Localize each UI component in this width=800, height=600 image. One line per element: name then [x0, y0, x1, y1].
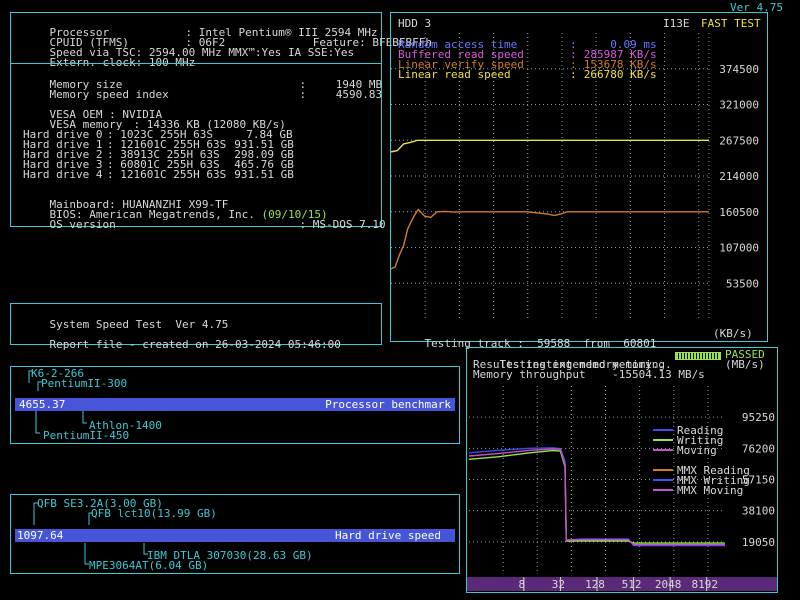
mem-x-tick-label: 32	[552, 578, 565, 591]
mem-x-tick-label: 128	[585, 578, 605, 591]
os-value: MS-DOS 7.10	[312, 218, 386, 231]
ref-pentium2-300: PentiumII-300	[41, 377, 128, 390]
y-tick-label: 321000	[719, 99, 759, 112]
hard-drive-label: Hard drive 4	[23, 168, 103, 181]
hard-drive-speed-label: Hard drive speed	[335, 529, 441, 542]
ia-sse-value: IA SSE:Yes	[287, 46, 355, 59]
ref-mpe3064at: MPE3064AT(6.04 GB)	[89, 559, 209, 572]
y-tick-label: 53500	[726, 277, 759, 290]
ref-line-athlon	[82, 409, 87, 424]
mem-y-tick-label: 19050	[742, 536, 775, 549]
report-label: Report file - created on	[49, 338, 209, 351]
legend-label: Moving	[677, 444, 717, 457]
hard-drive-benchmark-panel: QFB SE3.2A(3.00 GB) QFB lct10(13.99 GB) …	[10, 494, 460, 574]
os-row: OS version: MS-DOS 7.10	[23, 210, 386, 240]
processor-benchmark-bar: 4655.37 Processor benchmark	[15, 398, 455, 411]
linear-read-line	[391, 139, 709, 153]
report-row: Report file - created on 26-03-2024 05:4…	[23, 330, 341, 360]
hard-drive-speed-bar: 1097.64 Hard drive speed	[15, 529, 455, 542]
linear-verify-line	[391, 208, 709, 270]
hard-drive-score: 1097.64	[17, 529, 64, 542]
ref-pentium2-450: PentiumII-450	[43, 429, 130, 442]
mem-y-tick-label: 76200	[742, 442, 775, 455]
memory-timing-chart: 19050381005715076200952508 32 128 512 2048 81…	[467, 386, 777, 591]
ref-line-p2-450	[35, 409, 40, 434]
memory-speed-sep: :	[299, 88, 307, 101]
processor-benchmark-label: Processor benchmark	[325, 398, 451, 411]
hdd-speed-chart: 53500 107000 160500 214000 267500 321000 37450…	[391, 33, 759, 319]
processor-score: 4655.37	[19, 398, 66, 411]
processor-benchmark-panel: K6-2-266 PentiumII-300 4655.37 Processor…	[10, 366, 460, 444]
speedtest-title-panel: System Speed Test Ver 4.75 Report file -…	[10, 303, 382, 350]
memory-speed-label: Memory speed index	[49, 88, 169, 101]
hdd-unit: (KB/s)	[713, 327, 753, 340]
report-date: 26-03-2024 05:46:00	[215, 338, 341, 351]
hard-drive-size: 931.51 GB	[234, 168, 294, 181]
legend-label: MMX Moving	[677, 484, 743, 497]
hard-drive-sep: :	[107, 168, 114, 181]
y-tick-label: 160500	[719, 206, 759, 219]
mem-y-tick-label: 95250	[742, 411, 775, 424]
y-tick-label: 214000	[719, 170, 759, 183]
memory-speed-value: 4590.83	[335, 88, 383, 101]
y-tick-label: 374500	[719, 63, 759, 76]
y-tick-label: 107000	[719, 242, 759, 255]
memory-test-panel: Testing extended memory... PASSED Result…	[466, 347, 778, 593]
mmx-value: MMX™:Yes	[228, 46, 282, 59]
divider	[11, 63, 381, 64]
hdd-test-panel: HDD 3 I13E FAST TEST Random access time:…	[390, 12, 768, 349]
mem-x-tick-label: 512	[622, 578, 642, 591]
ref-qfb-lct10: QFB lct10(13.99 GB)	[91, 507, 217, 520]
mem-x-tick-label: 2048	[655, 578, 682, 591]
y-tick-label: 267500	[719, 134, 759, 147]
hard-drive-geometry: 121601C 255H 63S	[120, 168, 227, 181]
mem-x-tick-label: 8	[519, 578, 526, 591]
mem-y-tick-label: 38100	[742, 505, 775, 518]
system-info-panel: Processor: Intel Pentium® III 2594 MHz C…	[10, 12, 432, 230]
os-label: OS version	[49, 218, 116, 231]
mem-x-tick-label: 8192	[691, 578, 718, 591]
hard-drive-row: Hard drive 4: 121601C 255H 63S 931.51 GB	[23, 168, 294, 181]
